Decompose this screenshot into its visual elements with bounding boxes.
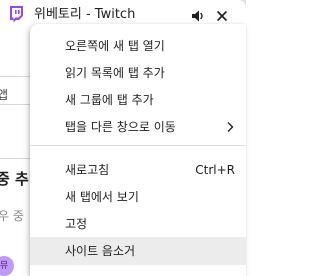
menu-item-add-to-reading-list[interactable]: 읽기 목록에 탭 추가 — [30, 59, 246, 87]
menu-item-label: 새 탭에서 보기 — [65, 190, 139, 204]
menu-item-pin[interactable]: 고정 — [30, 210, 246, 238]
menu-item-label: 고정 — [65, 217, 88, 231]
twitch-icon — [10, 6, 23, 23]
tab-context-menu: 오른쪽에 새 탭 열기 읽기 목록에 탭 추가 새 그룹에 탭 추가 탭을 다른… — [30, 24, 246, 276]
menu-item-label: 사이트 음소거 — [65, 244, 136, 258]
chevron-right-icon — [227, 122, 234, 132]
bookmarks-divider — [0, 104, 30, 105]
content-divider — [0, 158, 30, 159]
menu-item-move-to-window[interactable]: 탭을 다른 창으로 이동 — [30, 113, 246, 141]
avatar-label: 뮤 — [0, 261, 9, 271]
tab-title: 위베토리 - Twitch — [34, 7, 136, 22]
menu-item-shortcut: Ctrl+R — [195, 163, 235, 177]
page-fragment-subtext: 우 중 — [0, 209, 24, 223]
menu-separator — [30, 145, 246, 146]
menu-item-label: 읽기 목록에 탭 추가 — [65, 66, 165, 80]
menu-item-reload[interactable]: 새로고침 Ctrl+R — [30, 156, 246, 184]
menu-item-view-in-new-tab[interactable]: 새 탭에서 보기 — [30, 183, 246, 211]
menu-item-label: 새 그룹에 탭 추가 — [65, 93, 154, 107]
menu-item-label: 탭을 다른 창으로 이동 — [65, 120, 176, 134]
menu-item-mute-site[interactable]: 사이트 음소거 — [30, 237, 246, 265]
menu-item-add-to-new-group[interactable]: 새 그룹에 탭 추가 — [30, 86, 246, 114]
menu-item-label: 오른쪽에 새 탭 열기 — [65, 39, 165, 53]
toolbar-divider — [0, 76, 30, 77]
menu-item-open-new-tab-right[interactable]: 오른쪽에 새 탭 열기 — [30, 32, 246, 60]
close-icon[interactable] — [214, 8, 230, 24]
speaker-icon[interactable] — [190, 8, 206, 24]
menu-item-label: 새로고침 — [65, 163, 110, 177]
avatar: 뮤 — [0, 256, 14, 276]
page-fragment-apps: 앱 — [0, 88, 9, 102]
page-fragment-heading: 중 추 — [0, 170, 29, 188]
